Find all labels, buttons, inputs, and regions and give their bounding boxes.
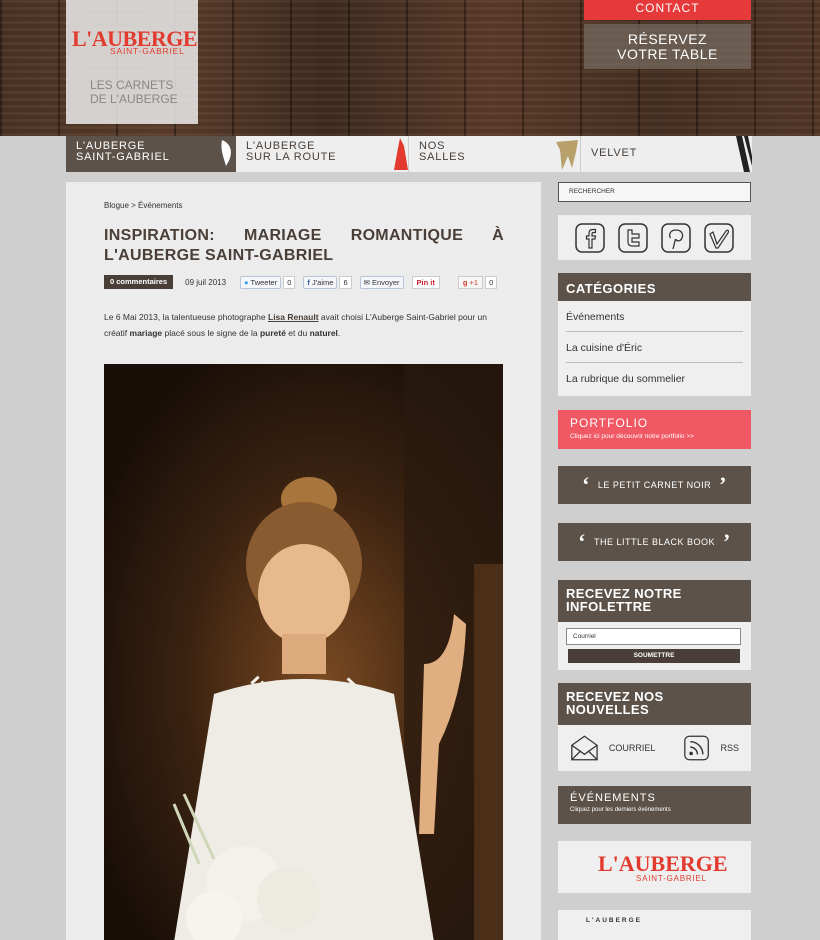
little-black-book-button[interactable]: ‘ THE LITTLE BLACK BOOK ’ (558, 523, 751, 561)
email-subscribe-label[interactable]: COURRIEL (609, 743, 656, 753)
category-link[interactable]: La rubrique du sommelier (566, 363, 743, 394)
carnet-label: LE PETIT CARNET NOIR (597, 480, 712, 490)
reserve-table-button[interactable]: RÉSERVEZ VOTRE TABLE (584, 24, 751, 69)
send-button[interactable]: ✉ Envoyer (359, 275, 404, 289)
categories-list: Événements La cuisine d'Éric La rubrique… (558, 301, 751, 396)
envelope-icon[interactable] (570, 733, 599, 763)
tagline-line-2: DE L'AUBERGE (90, 92, 178, 106)
logo-subtitle: SAINT-GABRIEL (636, 874, 707, 883)
close-quote-icon: ’ (723, 529, 731, 554)
newsletter-form: Courriel SOUMETTRE (558, 622, 751, 670)
like-button[interactable]: f J'aime (303, 275, 338, 289)
events-banner[interactable]: ÉVÉNEMENTS Cliquez pour les derniers évé… (558, 786, 751, 824)
categories-title: CATÉGORIES (558, 273, 751, 301)
auberge-bottom-banner[interactable]: L'AUBERGE (558, 910, 751, 940)
events-title: ÉVÉNEMENTS (570, 792, 656, 804)
pinterest-icon[interactable] (660, 222, 692, 254)
article: Blogue > Événements INSPIRATION: MARIAGE… (66, 182, 541, 940)
intro-bold: pureté (259, 328, 286, 338)
site-tagline: LES CARNETS DE L'AUBERGE (90, 78, 178, 106)
breadcrumb[interactable]: Blogue > Événements (104, 201, 183, 210)
newsletter-title-line-2: INFOLETTRE (566, 599, 652, 614)
leaf-decoration-icon (221, 140, 231, 166)
events-subtitle: Cliquez pour les derniers événements (570, 807, 671, 813)
tweet-button[interactable]: ● Tweeter (240, 275, 282, 289)
nav-label: SUR LA ROUTE (246, 151, 337, 163)
facebook-icon: f (307, 277, 310, 287)
header: L'AUBERGE SAINT-GABRIEL LES CARNETS DE L… (0, 0, 820, 136)
news-title: RECEVEZ NOS NOUVELLES (558, 683, 751, 725)
tweet-label: Tweeter (250, 277, 278, 287)
intro-text: et du (285, 328, 310, 338)
like-label: J'aime (311, 277, 334, 287)
twitter-icon[interactable] (617, 222, 649, 254)
category-link[interactable]: Événements (566, 301, 743, 332)
photographer-link[interactable]: Lisa Renault (268, 312, 319, 322)
animal-decoration-icon (556, 140, 578, 170)
stripes-decoration-icon (736, 136, 752, 172)
nav-item-nos-salles[interactable]: NOS SALLES (408, 136, 580, 172)
search-input[interactable]: RECHERCHER (558, 182, 751, 202)
article-date: 09 juil 2013 (185, 277, 227, 287)
open-quote-icon: ‘ (578, 529, 586, 554)
pin-it-button[interactable]: Pin it (411, 275, 440, 289)
nav-label: SAINT-GABRIEL (76, 151, 170, 163)
logo[interactable]: L'AUBERGE SAINT-GABRIEL LES CARNETS DE L… (66, 0, 198, 124)
portfolio-banner[interactable]: PORTFOLIO Cliquez ici pour découvrir not… (558, 410, 751, 449)
reserve-line-1: RÉSERVEZ (627, 31, 708, 47)
article-intro: Le 6 Mai 2013, la talentueuse photograph… (104, 309, 509, 341)
facebook-icon[interactable] (574, 222, 606, 254)
gplus-button[interactable]: g +1 (457, 275, 484, 289)
email-field[interactable]: Courriel (566, 628, 741, 645)
article-title-line-2: L'AUBERGE SAINT-GABRIEL (104, 247, 334, 264)
petit-carnet-noir-button[interactable]: ‘ LE PETIT CARNET NOIR ’ (558, 466, 751, 504)
bride-illustration (172, 364, 503, 940)
intro-text: Le 6 Mai 2013, la talentueuse photograph… (104, 312, 268, 322)
article-title: INSPIRATION: MARIAGE ROMANTIQUE À L'AUBE… (104, 226, 504, 266)
lbb-label: THE LITTLE BLACK BOOK (593, 537, 716, 547)
intro-bold: mariage (129, 328, 163, 338)
news-title-line-2: NOUVELLES (566, 702, 650, 717)
logo-subtitle: SAINT-GABRIEL (110, 46, 185, 56)
red-dress-icon (394, 138, 408, 170)
article-meta: 0 commentaires 09 juil 2013 ● Tweeter 0 … (104, 275, 505, 289)
vimeo-icon[interactable] (703, 222, 735, 254)
social-links (558, 215, 751, 260)
twitter-icon: ● (244, 277, 249, 287)
intro-text: . (337, 328, 341, 338)
send-icon: ✉ (363, 277, 370, 287)
auberge-logo-banner[interactable]: L'AUBERGE SAINT-GABRIEL (558, 841, 751, 893)
wedding-photo (104, 364, 503, 940)
intro-text: placé sous le signe de la (162, 328, 260, 338)
newsletter-title: RECEVEZ NOTRE INFOLETTRE (558, 580, 751, 622)
main-nav: L'AUBERGE SAINT-GABRIEL L'AUBERGE SUR LA… (66, 136, 752, 172)
nav-label: VELVET (591, 147, 638, 159)
rss-icon[interactable] (683, 733, 710, 763)
portfolio-subtitle: Cliquez ici pour découvrir notre portfol… (570, 433, 694, 440)
rss-label[interactable]: RSS (720, 743, 739, 753)
submit-button[interactable]: SOUMETTRE (568, 649, 740, 663)
nav-item-velvet[interactable]: VELVET (580, 136, 752, 172)
reserve-line-2: VOTRE TABLE (617, 46, 718, 62)
nav-item-auberge-sur-la-route[interactable]: L'AUBERGE SUR LA ROUTE (236, 136, 408, 172)
comments-badge[interactable]: 0 commentaires (104, 275, 174, 289)
intro-bold: naturel (309, 328, 338, 338)
tagline-line-1: LES CARNETS (90, 78, 174, 92)
category-link[interactable]: La cuisine d'Éric (566, 332, 743, 363)
open-quote-icon: ‘ (582, 472, 590, 497)
article-title-line-1: INSPIRATION: MARIAGE ROMANTIQUE À (104, 227, 504, 244)
share-buttons: ● Tweeter 0 f J'aime 6 ✉ Envoyer Pin it … (240, 275, 505, 289)
nav-item-auberge-saint-gabriel[interactable]: L'AUBERGE SAINT-GABRIEL (66, 136, 236, 172)
news-subscribe: COURRIEL RSS (558, 725, 751, 771)
like-count: 6 (339, 275, 352, 289)
contact-button[interactable]: CONTACT (584, 0, 751, 20)
gplus-label: +1 (469, 277, 479, 287)
send-label: Envoyer (372, 277, 400, 287)
gplus-count: 0 (485, 275, 498, 289)
close-quote-icon: ’ (719, 472, 727, 497)
portfolio-title: PORTFOLIO (570, 416, 649, 430)
tweet-count: 0 (283, 275, 296, 289)
google-plus-icon: g (462, 277, 468, 287)
